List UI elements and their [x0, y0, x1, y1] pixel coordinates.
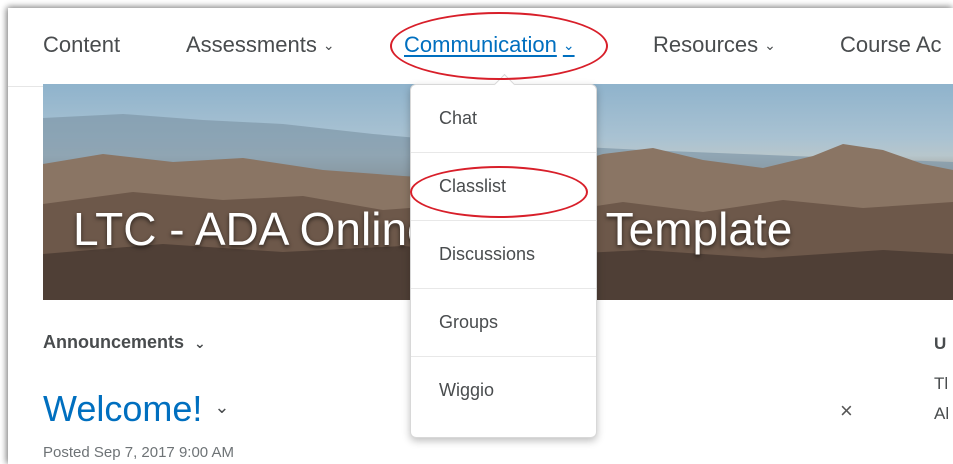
nav-course-admin[interactable]: Course Ac: [840, 32, 942, 58]
nav-communication-label: Communication: [404, 32, 557, 57]
chevron-down-icon: ⌄: [194, 335, 206, 351]
menu-item-discussions-label: Discussions: [439, 244, 536, 264]
announcement-title-label: Welcome!: [43, 388, 203, 429]
communication-dropdown-menu: Chat Classlist Discussions Groups Wiggio: [410, 84, 597, 438]
menu-item-classlist-label: Classlist: [439, 176, 507, 196]
nav-course-admin-label: Course Ac: [840, 32, 942, 57]
announcements-heading-label: Announcements: [43, 332, 185, 352]
announcements-heading[interactable]: Announcements ⌄: [43, 332, 206, 353]
nav-content[interactable]: Content: [43, 32, 120, 58]
nav-communication[interactable]: Communication ⌄: [404, 32, 575, 58]
menu-item-groups[interactable]: Groups: [411, 289, 596, 357]
chevron-down-icon: ⌄: [764, 37, 776, 53]
chevron-down-icon: ⌄: [562, 37, 575, 53]
menu-item-discussions[interactable]: Discussions: [411, 221, 596, 289]
window-frame: Content Assessments ⌄ Communication ⌄ Reso…: [8, 8, 953, 464]
right-widget-heading: U: [934, 334, 947, 353]
nav-resources-label: Resources: [653, 32, 759, 57]
nav-assessments-label: Assessments: [186, 32, 317, 57]
menu-item-classlist[interactable]: Classlist: [411, 153, 596, 221]
nav-resources[interactable]: Resources ⌄: [653, 32, 776, 58]
announcement-title[interactable]: Welcome! ⌄: [43, 388, 229, 430]
announcement-posted-date: Posted Sep 7, 2017 9:00 AM: [43, 444, 234, 461]
menu-item-wiggio-label: Wiggio: [439, 380, 495, 400]
chevron-down-icon[interactable]: ⌄: [214, 397, 229, 417]
close-icon[interactable]: ×: [840, 398, 853, 424]
right-widget-text-2: Al: [934, 404, 950, 423]
chevron-down-icon: ⌄: [322, 37, 335, 53]
menu-item-wiggio[interactable]: Wiggio: [411, 357, 596, 424]
nav-content-label: Content: [43, 32, 121, 57]
course-navbar: Content Assessments ⌄ Communication ⌄ Reso…: [8, 8, 953, 87]
nav-assessments[interactable]: Assessments ⌄: [186, 32, 335, 58]
menu-item-chat[interactable]: Chat: [411, 85, 596, 153]
menu-item-groups-label: Groups: [439, 312, 499, 332]
menu-item-chat-label: Chat: [439, 108, 478, 128]
right-widget-text-1: Tl: [934, 374, 949, 393]
